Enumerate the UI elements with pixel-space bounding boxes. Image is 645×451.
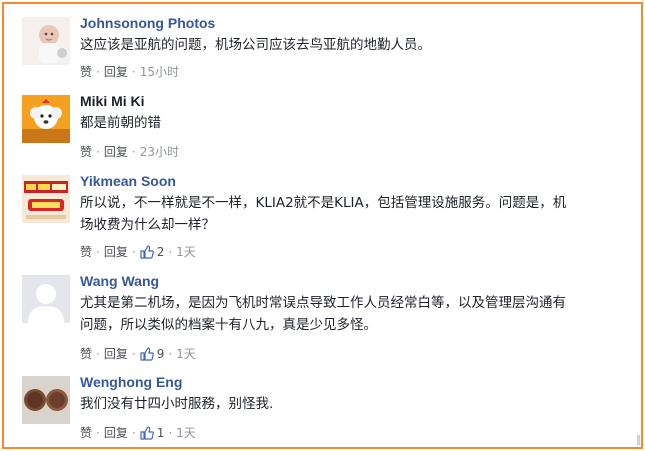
- comment-timestamp[interactable]: 15小时: [140, 64, 179, 80]
- comment-timestamp[interactable]: 1天: [176, 425, 196, 441]
- reply-link[interactable]: 回复: [104, 346, 128, 362]
- like-link[interactable]: 赞: [80, 244, 92, 260]
- separator-dot: ·: [96, 145, 100, 159]
- comment-timestamp[interactable]: 1天: [176, 244, 196, 260]
- comment-text: 这应该是亚航的问题，机场公司应该去鸟亚航的地勤人员。: [80, 34, 625, 56]
- baby-photo-avatar-icon: [22, 17, 70, 65]
- avatar[interactable]: [22, 17, 70, 65]
- separator-dot: ·: [96, 347, 100, 361]
- comment-text: 尤其是第二机场，是因为飞机时常误点导致工作人员经常白等，以及管理层沟通有 问题，…: [80, 292, 625, 336]
- separator-dot: ·: [96, 245, 100, 259]
- comment-actions: 赞 · 回复 · 1 · 1天: [80, 425, 196, 441]
- separator-dot: ·: [168, 245, 173, 259]
- comment-author[interactable]: Johnsonong Photos: [80, 14, 215, 32]
- separator-dot: ·: [168, 347, 173, 361]
- like-link[interactable]: 赞: [80, 64, 92, 80]
- thumbs-up-icon[interactable]: [140, 245, 154, 259]
- like-link[interactable]: 赞: [80, 346, 92, 362]
- comment-actions: 赞 · 回复 · 9 · 1天: [80, 346, 196, 362]
- default-silhouette-avatar-icon: [22, 275, 70, 323]
- separator-dot: ·: [131, 245, 136, 259]
- separator-dot: ·: [131, 347, 136, 361]
- comment-text-line: 都是前朝的错: [80, 115, 161, 131]
- reply-link[interactable]: 回复: [104, 144, 128, 160]
- comments-panel: Johnsonong Photos 这应该是亚航的问题，机场公司应该去鸟亚航的地…: [2, 2, 643, 449]
- comment-text: 都是前朝的错: [80, 112, 625, 134]
- like-count[interactable]: 9: [157, 346, 165, 362]
- comment-author[interactable]: Wang Wang: [80, 272, 159, 290]
- like-count[interactable]: 1: [157, 425, 165, 441]
- comment-text-line: 尤其是第二机场，是因为飞机时常误点导致工作人员经常白等，以及管理层沟通有: [80, 295, 566, 311]
- like-link[interactable]: 赞: [80, 144, 92, 160]
- comment-timestamp[interactable]: 1天: [176, 346, 196, 362]
- comment-actions: 赞 · 回复 · 2 · 1天: [80, 244, 196, 260]
- comment-author[interactable]: Wenghong Eng: [80, 373, 182, 391]
- separator-dot: ·: [131, 426, 136, 440]
- avatar[interactable]: [22, 376, 70, 424]
- comment-text-line: 我们没有廿四小时服務，别怪我.: [80, 396, 274, 412]
- like-count[interactable]: 2: [157, 244, 165, 260]
- dog-photo-avatar-icon: [22, 95, 70, 143]
- comment-text: 我们没有廿四小时服務，别怪我.: [80, 393, 625, 415]
- comment-timestamp[interactable]: 23小时: [140, 144, 179, 160]
- avatar[interactable]: [22, 275, 70, 323]
- avatar[interactable]: [22, 175, 70, 223]
- separator-dot: ·: [131, 65, 136, 79]
- reply-link[interactable]: 回复: [104, 425, 128, 441]
- comment-text-line: 这应该是亚航的问题，机场公司应该去鸟亚航的地勤人员。: [80, 37, 431, 53]
- separator-dot: ·: [96, 426, 100, 440]
- separator-dot: ·: [131, 145, 136, 159]
- thumbs-up-icon[interactable]: [140, 347, 154, 361]
- coins-photo-avatar-icon: [22, 376, 70, 424]
- thumbs-up-icon[interactable]: [140, 426, 154, 440]
- comment-text-line: 所以说，不一样就是不一样，KLIA2就不是KLIA，包括管理设施服务。问题是，机: [80, 195, 567, 211]
- separator-dot: ·: [96, 65, 100, 79]
- comment-author[interactable]: Yikmean Soon: [80, 172, 176, 190]
- comment-author[interactable]: Miki Mi Ki: [80, 92, 145, 110]
- comment-text-line: 场收费为什么却一样？: [80, 217, 215, 233]
- banner-image-avatar-icon: [22, 175, 70, 223]
- comment-text: 所以说，不一样就是不一样，KLIA2就不是KLIA，包括管理设施服务。问题是，机…: [80, 192, 625, 236]
- scrollbar-marker[interactable]: [637, 435, 640, 445]
- like-link[interactable]: 赞: [80, 425, 92, 441]
- reply-link[interactable]: 回复: [104, 244, 128, 260]
- reply-link[interactable]: 回复: [104, 64, 128, 80]
- comment-actions: 赞 · 回复 · 15小时: [80, 64, 179, 80]
- comment-text-line: 问题，所以类似的档案十有八九，真是少见多怪。: [80, 317, 377, 333]
- separator-dot: ·: [168, 426, 173, 440]
- avatar[interactable]: [22, 95, 70, 143]
- comment-actions: 赞 · 回复 · 23小时: [80, 144, 179, 160]
